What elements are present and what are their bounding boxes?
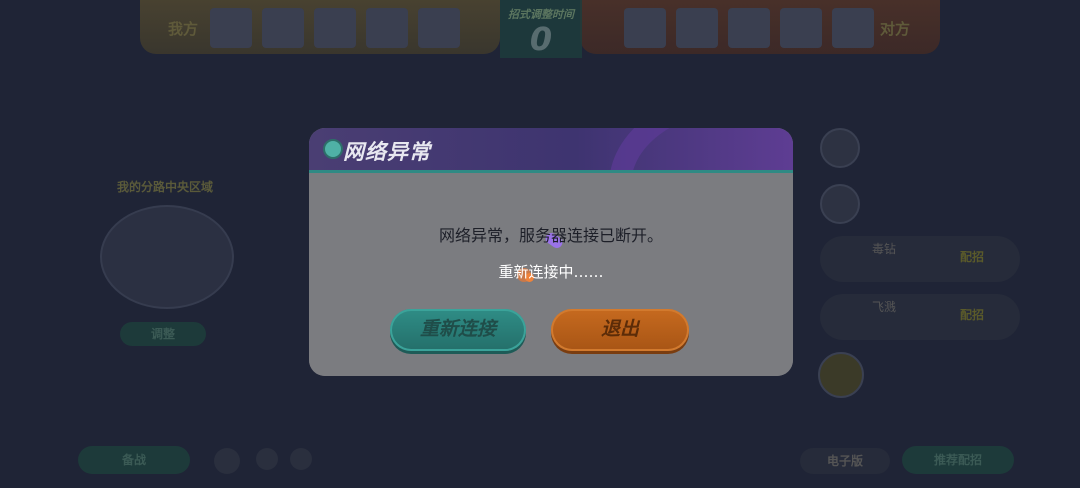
emote-icon[interactable] [256,448,278,470]
minimap [100,205,234,309]
dialog-title: 网络异常 [343,140,431,164]
skill-row[interactable]: 毒钻 配招 [820,236,1020,282]
e-version-button[interactable]: 电子版 [800,448,890,474]
exit-button[interactable]: 退出 [551,309,689,351]
my-pokemon-portrait [366,8,408,48]
skill-tag: 配招 [960,308,985,322]
score-box: 招式调整时间 0 [500,0,582,58]
my-pokemon-portrait [262,8,304,48]
error-message: 网络异常，服务器连接已断开。 [438,226,663,245]
chat-icon[interactable] [214,448,240,474]
enemy-pokemon-portrait [780,8,822,48]
voice-icon[interactable] [290,448,312,470]
pokemon-icon[interactable] [820,184,860,224]
battle-prep-button[interactable]: 备战 [78,446,190,474]
dialog-header: 网络异常 [309,128,793,282]
enemy-pokemon-portrait [624,8,666,48]
adjust-lane-button[interactable]: 调整 [120,322,206,346]
enemy-pokemon-portrait [832,8,874,48]
enemy-side-label: 对方 [880,20,911,38]
reconnect-button[interactable]: 重新连接 [390,309,526,351]
my-pokemon-portrait [314,8,356,48]
skill-tag: 配招 [960,250,985,264]
my-side-label: 我方 [168,20,199,38]
recommend-moves-button[interactable]: 推荐配招 [902,446,1014,474]
reconnect-status: 重新连接中…… [498,263,604,281]
skill-name: 毒钻 [872,242,897,256]
settings-icon[interactable] [820,128,860,168]
skill-row[interactable]: 飞溅 配招 [820,294,1020,340]
my-pokemon-portrait [418,8,460,48]
held-item-icon[interactable] [818,352,864,398]
pokeball-icon [323,139,343,159]
my-pokemon-portrait [210,8,252,48]
minimap-title: 我的分路中央区域 [116,180,213,194]
score-value: 0 [529,20,553,58]
network-error-dialog: 网络异常 网络异常，服务器连接已断开。 重新连接中…… 重新连接 退出 [309,128,793,376]
enemy-pokemon-portrait [676,8,718,48]
skill-name: 飞溅 [872,300,897,314]
enemy-pokemon-portrait [728,8,770,48]
